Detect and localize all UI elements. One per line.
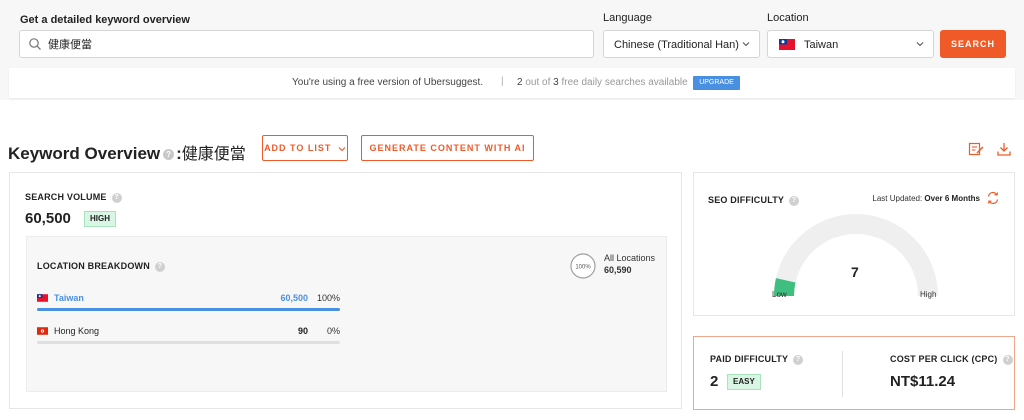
location-share-fill: [37, 308, 340, 311]
last-updated-value: Over 6 Months: [924, 194, 980, 203]
location-share-track: [37, 341, 340, 344]
generate-content-button[interactable]: GENERATE CONTENT WITH AI: [361, 135, 534, 161]
gauge-high-label: High: [920, 290, 937, 299]
location-name: Taiwan: [54, 293, 84, 303]
search-volume-card: SEARCH VOLUME? 60,500 HIGH LOCATION BREA…: [9, 172, 682, 409]
add-to-list-label: ADD TO LIST: [264, 143, 332, 153]
add-to-list-button[interactable]: ADD TO LIST: [262, 135, 348, 161]
quota-end-text: free daily searches available: [558, 77, 688, 88]
help-icon[interactable]: ?: [1002, 354, 1013, 365]
search-volume-label: SEARCH VOLUME?: [25, 192, 122, 203]
hong-kong-flag-icon: [37, 327, 48, 335]
seo-difficulty-gauge: [774, 214, 938, 296]
search-icon: [29, 38, 41, 50]
location-breakdown-label: LOCATION BREAKDOWN?: [37, 261, 165, 272]
page-title-keyword: 健康便當: [181, 144, 246, 163]
upgrade-button[interactable]: UPGRADE: [693, 76, 740, 90]
location-name: Hong Kong: [54, 326, 100, 336]
download-icon[interactable]: [996, 141, 1012, 157]
search-button[interactable]: SEARCH: [940, 30, 1006, 58]
help-icon[interactable]: ?: [793, 354, 804, 365]
chevron-down-icon: [338, 146, 346, 151]
seo-difficulty-card: SEO DIFFICULTY? Last Updated: Over 6 Mon…: [693, 172, 1015, 316]
help-icon[interactable]: ?: [111, 192, 122, 203]
metrics-divider: [842, 351, 843, 397]
all-locations-value: 60,590: [604, 265, 632, 275]
ring-percent-label: 100%: [575, 265, 591, 271]
seo-difficulty-label-text: SEO DIFFICULTY: [708, 195, 785, 205]
location-share-track: [37, 308, 340, 311]
taiwan-flag-icon: [779, 39, 795, 50]
keyword-field-label: Get a detailed keyword overview: [20, 14, 190, 26]
quota-mid-text: out of: [522, 77, 554, 88]
taiwan-flag-icon: [37, 294, 48, 302]
notice-message: You're using a free version of Ubersugge…: [292, 77, 484, 88]
language-value: Chinese (Traditional Han): [614, 39, 739, 51]
cpc-label: COST PER CLICK (CPC)?: [890, 354, 1013, 365]
all-locations-ring: 100%: [570, 253, 596, 279]
language-select[interactable]: Chinese (Traditional Han): [603, 30, 760, 58]
paid-difficulty-badge: EASY: [727, 374, 761, 390]
help-icon[interactable]: ?: [789, 195, 800, 206]
help-icon[interactable]: ?: [163, 149, 175, 161]
search-volume-label-text: SEARCH VOLUME: [25, 192, 107, 202]
location-breakdown-label-text: LOCATION BREAKDOWN: [37, 261, 150, 271]
language-label: Language: [603, 12, 652, 24]
edit-note-icon[interactable]: [968, 141, 984, 157]
location-label: Location: [767, 12, 809, 24]
location-row[interactable]: Taiwan 60,500 100%: [37, 292, 340, 316]
all-locations-label: All Locations: [604, 253, 656, 263]
search-quota: 2 out of 3 free daily searches available: [517, 77, 688, 88]
notice-separator: |: [501, 76, 504, 87]
location-volume: 60,500: [280, 293, 308, 303]
keyword-search-box[interactable]: [19, 30, 594, 58]
keyword-search-input[interactable]: [48, 35, 588, 53]
search-volume-value: 60,500: [25, 210, 71, 227]
cpc-label-text: COST PER CLICK (CPC): [890, 354, 998, 364]
search-header: Get a detailed keyword overview Language…: [0, 0, 1024, 100]
location-row[interactable]: Hong Kong 90 0%: [37, 325, 340, 349]
seo-difficulty-label: SEO DIFFICULTY?: [708, 195, 800, 206]
chevron-down-icon: [916, 42, 924, 47]
location-percent: 100%: [316, 293, 340, 303]
paid-difficulty-label-text: PAID DIFFICULTY: [710, 354, 789, 364]
paid-metrics-card: PAID DIFFICULTY? 2 EASY COST PER CLICK (…: [693, 336, 1015, 410]
location-select[interactable]: Taiwan: [767, 30, 934, 58]
free-version-notice: You're using a free version of Ubersugge…: [9, 68, 1015, 98]
gauge-track: [774, 214, 938, 296]
location-percent: 0%: [326, 326, 340, 336]
all-locations-summary: All Locations 60,590: [604, 252, 655, 276]
paid-difficulty-value: 2: [710, 373, 719, 390]
location-value: Taiwan: [804, 39, 839, 51]
location-volume: 90: [297, 326, 308, 336]
page-title: Keyword Overview?:健康便當: [8, 140, 246, 164]
cpc-value: NT$11.24: [890, 373, 956, 390]
refresh-icon[interactable]: [986, 191, 1000, 205]
last-updated: Last Updated: Over 6 Months: [872, 194, 980, 203]
volume-level-badge: HIGH: [84, 211, 116, 227]
page-title-text: Keyword Overview: [8, 144, 161, 163]
paid-difficulty-label: PAID DIFFICULTY?: [710, 354, 804, 365]
gauge-low-label: Low: [772, 290, 787, 299]
help-icon[interactable]: ?: [154, 261, 165, 272]
last-updated-label: Last Updated:: [872, 194, 923, 203]
seo-difficulty-value: 7: [851, 264, 859, 280]
chevron-down-icon: [742, 42, 750, 47]
location-breakdown-panel: LOCATION BREAKDOWN? 100% All Locations 6…: [26, 236, 667, 392]
